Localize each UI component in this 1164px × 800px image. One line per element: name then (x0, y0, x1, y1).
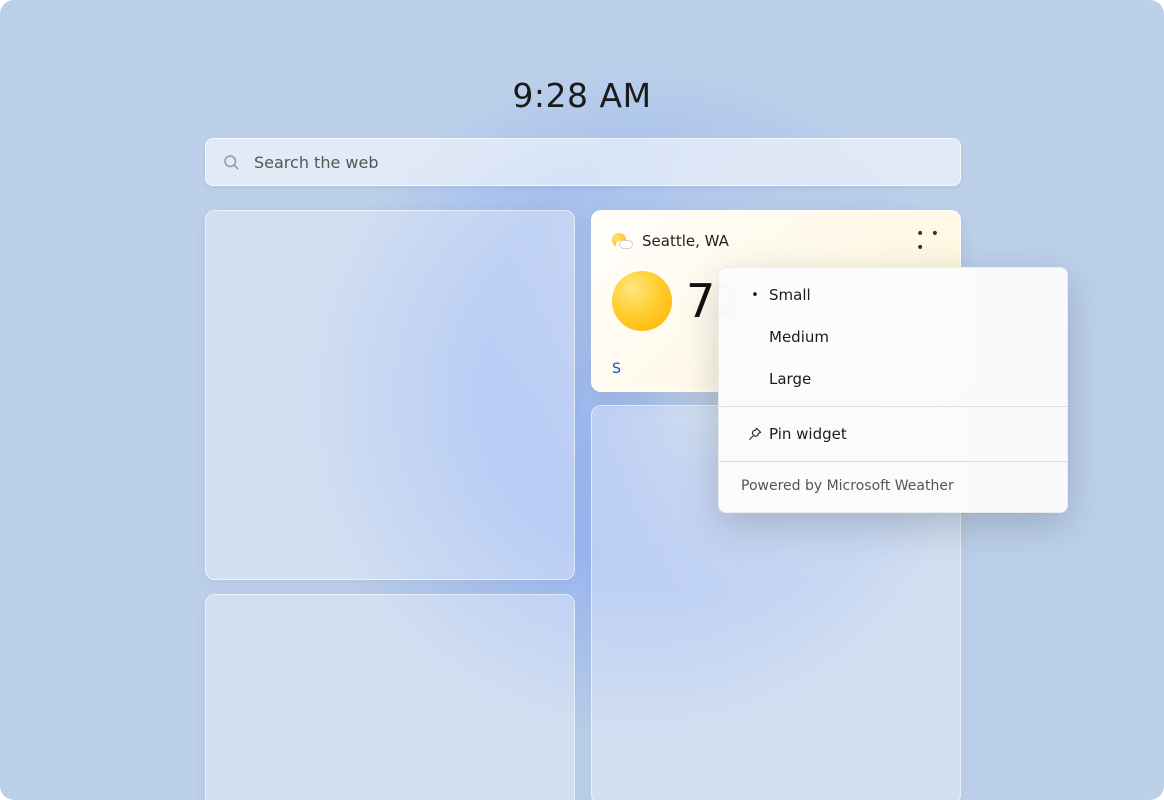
menu-item-size-medium[interactable]: Medium (719, 316, 1067, 358)
sun-icon (612, 271, 672, 331)
widget-more-button[interactable]: • • • (916, 229, 940, 253)
widget-context-menu: • Small Medium Large (718, 267, 1068, 513)
widget-placeholder[interactable] (205, 594, 575, 800)
clock-time: 9:28 AM (0, 76, 1164, 115)
search-bar[interactable]: Search the web (205, 138, 961, 186)
menu-item-label: Pin widget (769, 425, 847, 443)
menu-size-section: • Small Medium Large (719, 268, 1067, 406)
menu-item-pin-widget[interactable]: Pin widget (719, 413, 1067, 455)
weather-widget-header: Seattle, WA • • • (612, 229, 940, 253)
menu-item-label: Large (769, 370, 811, 388)
menu-footer-attribution: Powered by Microsoft Weather (719, 462, 1067, 512)
weather-location: Seattle, WA (642, 232, 906, 250)
menu-item-size-small[interactable]: • Small (719, 274, 1067, 316)
menu-item-size-large[interactable]: Large (719, 358, 1067, 400)
weather-app-icon (612, 231, 632, 251)
selected-bullet-icon: • (741, 288, 769, 303)
menu-item-label: Small (769, 286, 811, 304)
search-icon (222, 153, 240, 171)
pin-icon (741, 426, 769, 442)
widgets-board: 9:28 AM Search the web Seattle, WA • • • (0, 0, 1164, 800)
widget-placeholder[interactable] (205, 210, 575, 580)
search-placeholder: Search the web (254, 153, 378, 172)
more-icon: • • • (916, 227, 940, 255)
weather-details-link[interactable]: S (612, 361, 621, 377)
menu-item-label: Medium (769, 328, 829, 346)
